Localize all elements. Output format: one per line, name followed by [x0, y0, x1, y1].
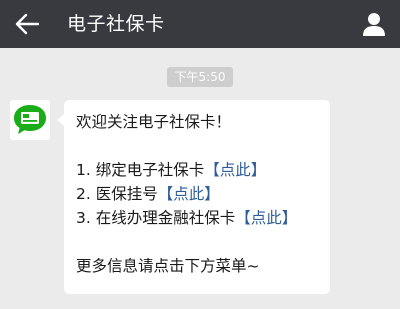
page-title: 电子社保卡 [67, 13, 165, 35]
bind-card-link[interactable]: 【点此】 [204, 161, 266, 179]
list-item-text: 1. 绑定电子社保卡 [76, 161, 205, 179]
message-greeting: 欢迎关注电子社保卡！ [76, 113, 232, 131]
chat-area: 下午5:50 欢迎关注电子社保卡！ 1. 绑定电子社保卡【点此】 2. 医保挂号… [0, 48, 400, 309]
message-bubble: 欢迎关注电子社保卡！ 1. 绑定电子社保卡【点此】 2. 医保挂号【点此】 3.… [57, 100, 330, 294]
back-arrow-icon[interactable] [14, 12, 40, 36]
list-item: 1. 绑定电子社保卡【点此】 [76, 158, 318, 182]
message-footer: 更多信息请点击下方菜单~ [76, 257, 260, 275]
list-item-text: 2. 医保挂号 [76, 185, 158, 203]
social-security-card-icon [14, 105, 46, 134]
financial-card-link[interactable]: 【点此】 [235, 209, 297, 227]
list-item-text: 3. 在线办理金融社保卡 [76, 209, 236, 227]
list-item: 2. 医保挂号【点此】 [76, 182, 318, 206]
list-item: 3. 在线办理金融社保卡【点此】 [76, 206, 318, 230]
medical-registration-link[interactable]: 【点此】 [158, 185, 220, 203]
sender-avatar[interactable] [10, 100, 50, 140]
top-navigation-bar: 电子社保卡 [0, 0, 400, 48]
user-profile-icon[interactable] [362, 11, 386, 37]
message-timestamp: 下午5:50 [166, 67, 234, 87]
